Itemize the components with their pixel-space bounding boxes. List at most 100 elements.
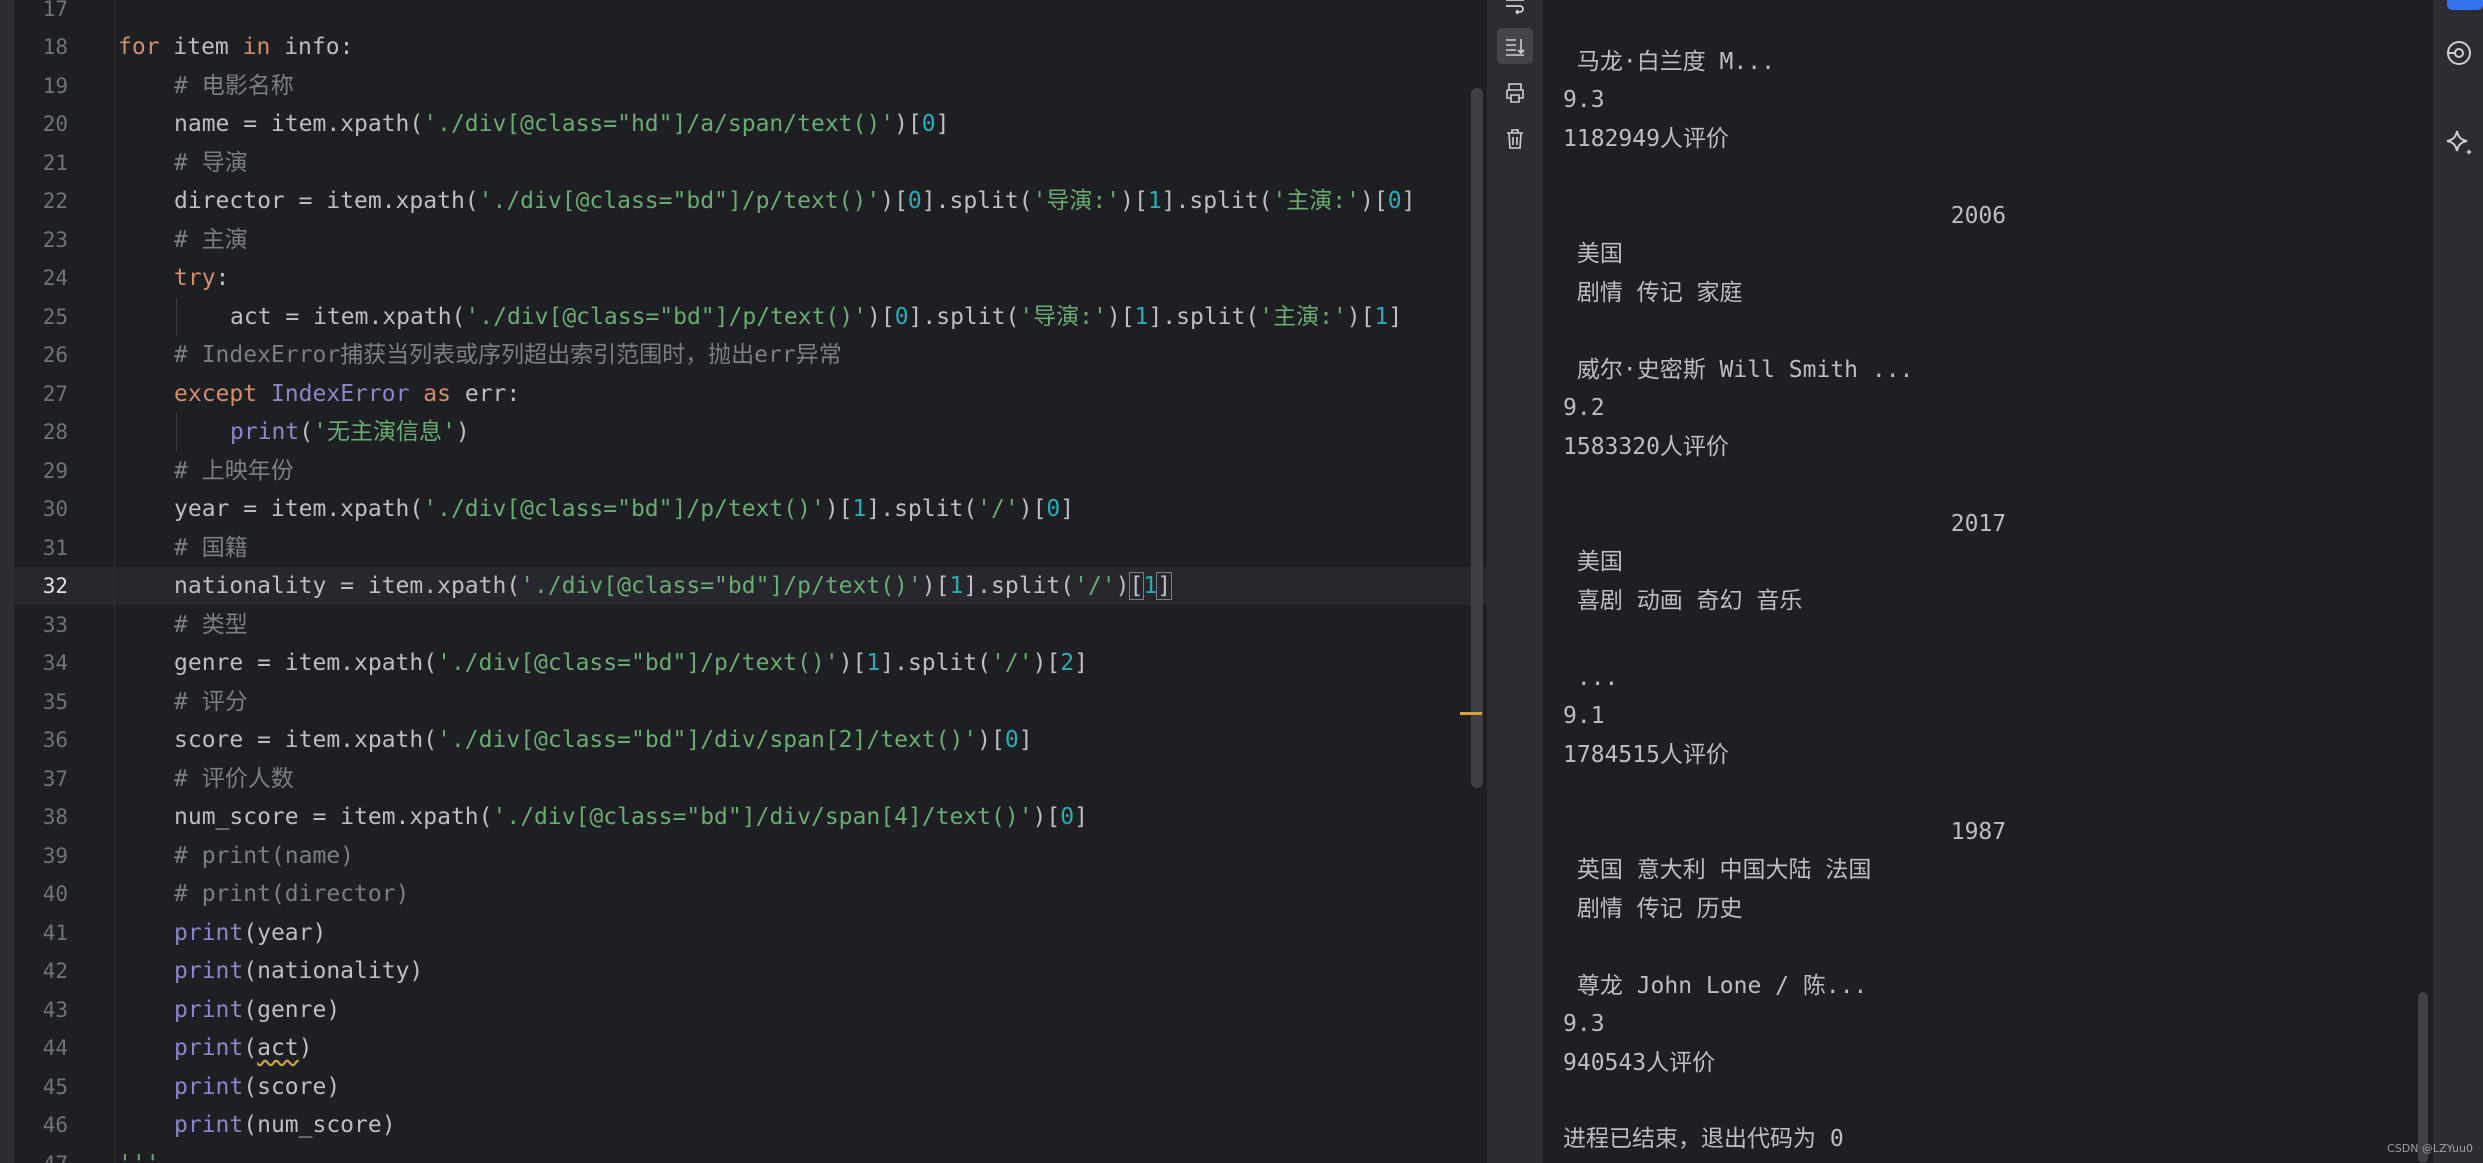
line-number: 31	[42, 536, 68, 560]
code-line-39-comment: # print(name)	[174, 843, 355, 869]
code-line-28: print('无主演信息')	[230, 413, 470, 451]
token: ]	[1074, 804, 1088, 830]
token-number: 2	[1060, 650, 1075, 676]
line-number: 27	[42, 382, 68, 406]
token-number: 0	[1387, 188, 1402, 214]
token-number: 1	[1147, 188, 1162, 214]
code-line-20: name = item.xpath('./div[@class="hd"]/a/…	[174, 105, 949, 143]
token-string: '主演:'	[1259, 304, 1347, 330]
token: )	[1115, 573, 1130, 599]
line-number: 20	[42, 112, 68, 136]
token: :	[215, 265, 230, 291]
indent-guide	[176, 298, 177, 336]
code-line-33-comment: # 类型	[174, 612, 248, 638]
token: )[	[866, 304, 895, 330]
token: info:	[270, 34, 354, 60]
services-icon-glyph	[2447, 41, 2471, 65]
token: ].split(	[963, 573, 1075, 599]
code-line-24: try:	[174, 259, 229, 297]
token: )[	[1120, 188, 1148, 214]
line-number: 47	[14, 1145, 68, 1163]
console-line: 9.2	[1563, 395, 1605, 421]
token-builtin: print	[174, 997, 244, 1023]
token: (num_score)	[243, 1112, 396, 1138]
code-line-34: genre = item.xpath('./div[@class="bd"]/p…	[174, 644, 1088, 682]
notification-badge[interactable]	[2447, 0, 2483, 10]
console-line: 1583320人评价	[1563, 434, 1729, 460]
token: director = item.xpath(	[174, 188, 479, 214]
clear-all-icon[interactable]	[1497, 121, 1533, 157]
line-number: 26	[42, 343, 68, 367]
code-line-37-comment: # 评价人数	[174, 766, 294, 792]
code-line-41: print(year)	[174, 914, 326, 952]
token: (	[299, 419, 314, 445]
print-icon[interactable]	[1497, 75, 1533, 111]
code-line-46: print(num_score)	[174, 1106, 396, 1144]
sparkle-icon	[2446, 130, 2472, 155]
code-line-36: score = item.xpath('./div[@class="bd"]/d…	[174, 721, 1033, 759]
line-number: 17	[42, 0, 68, 21]
line-number: 33	[42, 613, 68, 637]
console-line: 英国 意大利 中国大陆 法国	[1563, 857, 1872, 883]
code-editor[interactable]: 17 18 19 20 21 22 23 24 25 26 27 28 29 3…	[0, 0, 1487, 1163]
code-line-42: print(nationality)	[174, 952, 423, 990]
console-line: 1784515人评价	[1563, 742, 1729, 768]
code-line-22: director = item.xpath('./div[@class="bd"…	[174, 182, 1415, 220]
code-line-23-comment: # 主演	[174, 227, 248, 253]
line-number: 21	[42, 151, 68, 175]
token: ].split(	[880, 650, 992, 676]
token-number: 0	[921, 111, 936, 137]
line-number: 41	[42, 921, 68, 945]
line-number: 34	[42, 651, 68, 675]
console-line: 剧情 传记 历史	[1563, 896, 1743, 922]
ai-assistant-icon[interactable]	[2441, 128, 2477, 164]
code-line-40-comment: # print(director)	[174, 881, 410, 907]
console-line: 美国	[1563, 241, 1623, 267]
line-number: 24	[42, 266, 68, 290]
line-number-gutter[interactable]: 17 18 19 20 21 22 23 24 25 26 27 28 29 3…	[14, 0, 114, 1163]
token: ].split(	[1148, 304, 1260, 330]
token-number: 0	[1060, 804, 1075, 830]
line-number: 39	[42, 844, 68, 868]
trash-icon	[1507, 129, 1523, 149]
token-builtin: print	[174, 920, 244, 946]
services-icon[interactable]	[2441, 38, 2477, 74]
token-string: './div[@class="bd"]/p/text()'	[478, 188, 881, 214]
console-line: 940543人评价	[1563, 1050, 1716, 1076]
code-line-47: '''	[118, 1145, 160, 1163]
code-line-32-current[interactable]: nationality = item.xpath('./div[@class="…	[174, 567, 1173, 605]
line-number: 30	[42, 497, 68, 521]
console-line: ...	[1563, 665, 1619, 691]
token-builtin: print	[174, 1112, 244, 1138]
scroll-to-end-icon[interactable]	[1497, 28, 1533, 64]
token-string: './div[@class="bd"]/p/text()'	[423, 496, 825, 522]
console-line: 1987	[1563, 819, 2007, 845]
token: )[	[1032, 650, 1061, 676]
editor-scrollbar-thumb[interactable]	[1471, 88, 1483, 788]
console-scrollbar-thumb[interactable]	[2418, 992, 2428, 1163]
console-line: 剧情 传记 家庭	[1563, 280, 1743, 306]
token-number: 1	[1134, 304, 1149, 330]
console-line: 2006	[1563, 203, 2007, 229]
warning-marker[interactable]	[1460, 712, 1482, 715]
token: )[	[1018, 496, 1047, 522]
token-string: './div[@class="bd"]/div/span[2]/text()'	[437, 727, 978, 753]
line-number: 23	[42, 228, 68, 252]
soft-wrap-icon[interactable]	[1497, 0, 1533, 24]
run-console-output[interactable]: 马龙·白兰度 M... 9.3 1182949人评价 2006 美国 剧情 传记…	[1543, 0, 2433, 1163]
token: year = item.xpath(	[174, 496, 424, 522]
line-number: 42	[42, 959, 68, 983]
line-number-current: 32	[42, 574, 68, 598]
token: ]	[935, 111, 950, 137]
token-warning: act	[257, 1035, 299, 1061]
code-line-27: except IndexError as err:	[174, 375, 520, 413]
code-line-43: print(genre)	[174, 991, 340, 1029]
token: err:	[451, 381, 521, 407]
code-line-29-comment: # 上映年份	[174, 458, 294, 484]
code-line-35-comment: # 评分	[174, 689, 248, 715]
token-string: '/'	[977, 496, 1019, 522]
line-number: 19	[42, 74, 68, 98]
token: ]	[1401, 188, 1416, 214]
soft-wrap-icon-glyph	[1506, 0, 1524, 15]
